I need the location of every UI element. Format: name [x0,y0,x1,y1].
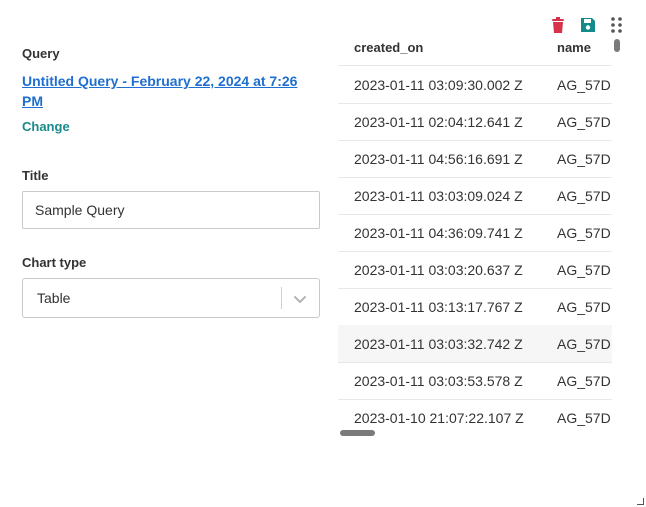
cell-created-on: 2023-01-11 03:13:17.767 Z [354,299,523,315]
table-header: created_on name [338,30,612,66]
table-row[interactable]: 2023-01-11 04:56:16.691 Z AG_57D [338,140,612,178]
chevron-down-icon[interactable] [292,291,308,307]
cell-name: AG_57D [557,410,611,426]
chart-type-select[interactable]: Table [22,278,320,318]
query-name-link[interactable]: Untitled Query - February 22, 2024 at 7:… [22,71,322,111]
cell-name: AG_57D [557,299,611,315]
cell-name: AG_57D [557,336,611,352]
table-row[interactable]: 2023-01-11 03:09:30.002 Z AG_57D [338,66,612,104]
table-row[interactable]: 2023-01-11 03:13:17.767 Z AG_57D [338,288,612,326]
cell-name: AG_57D [557,262,611,278]
table-row[interactable]: 2023-01-11 03:03:20.637 Z AG_57D [338,251,612,289]
resize-handle-icon[interactable] [637,498,644,505]
cell-name: AG_57D [557,225,611,241]
cell-name: AG_57D [557,114,611,130]
table-row[interactable]: 2023-01-11 02:04:12.641 Z AG_57D [338,103,612,141]
cell-name: AG_57D [557,373,611,389]
query-label: Query [22,46,60,61]
cell-created-on: 2023-01-11 03:03:53.578 Z [354,373,523,389]
chart-type-label: Chart type [22,255,87,270]
table-row[interactable]: 2023-01-10 21:07:22.107 Z AG_57D [338,399,612,428]
cell-created-on: 2023-01-11 03:03:20.637 Z [354,262,523,278]
results-table[interactable]: created_on name 2023-01-11 03:09:30.002 … [338,30,612,428]
cell-created-on: 2023-01-11 02:04:12.641 Z [354,114,523,130]
table-row[interactable]: 2023-01-11 03:03:09.024 Z AG_57D [338,177,612,215]
cell-created-on: 2023-01-11 04:56:16.691 Z [354,151,523,167]
cell-created-on: 2023-01-10 21:07:22.107 Z [354,410,524,426]
column-header-name[interactable]: name [557,40,591,55]
vertical-scrollbar[interactable] [614,39,620,52]
horizontal-scrollbar[interactable] [340,430,375,436]
cell-name: AG_57D [557,188,611,204]
select-divider [281,287,282,309]
chart-type-value: Table [37,290,71,306]
cell-created-on: 2023-01-11 03:03:09.024 Z [354,188,523,204]
change-query-link[interactable]: Change [22,119,70,134]
table-row[interactable]: 2023-01-11 03:03:53.578 Z AG_57D [338,362,612,400]
title-label: Title [22,168,49,183]
cell-name: AG_57D [557,151,611,167]
column-header-created-on[interactable]: created_on [354,40,423,55]
table-row[interactable]: 2023-01-11 03:03:32.742 Z AG_57D [338,325,612,363]
table-row[interactable]: 2023-01-11 04:36:09.741 Z AG_57D [338,214,612,252]
cell-created-on: 2023-01-11 03:09:30.002 Z [354,77,523,93]
cell-created-on: 2023-01-11 03:03:32.742 Z [354,336,523,352]
cell-name: AG_57D [557,77,611,93]
cell-created-on: 2023-01-11 04:36:09.741 Z [354,225,523,241]
query-settings-panel: Query Untitled Query - February 22, 2024… [22,46,322,318]
title-input[interactable] [22,191,320,229]
